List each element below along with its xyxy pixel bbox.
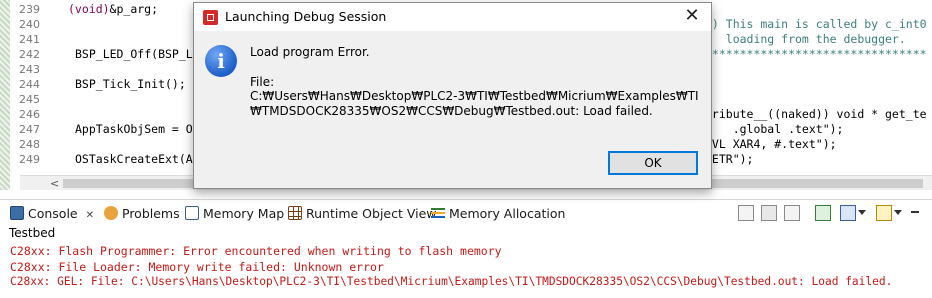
line-number: 247 [19,123,40,136]
code-line: (void)&p_arg; [68,2,159,16]
minimize-icon[interactable] [911,211,919,213]
line-number: 249 [19,153,40,166]
console-error-line: C28xx: GEL: File: C:\Users\Hans\Desktop\… [10,275,893,288]
close-icon[interactable]: ✕ [86,210,94,221]
code-line: OSTaskCreateExt(A [75,152,193,166]
line-number: 243 [19,63,40,76]
code-line: OVL XAR4, #.text"); [705,137,837,151]
problems-icon [104,206,118,220]
chevron-down-icon[interactable] [894,210,902,215]
line-number: 244 [19,78,40,91]
code-line: RETR"); [705,152,754,166]
file-label: File: [250,75,275,89]
tab-console[interactable]: Console ✕ [10,205,94,223]
open-console-icon[interactable] [876,205,892,221]
code-line: AppTaskObjSem = O [75,122,193,136]
tab-memory-allocation[interactable]: Memory Allocation [431,205,565,223]
memory-allocation-icon [431,206,445,220]
tab-runtime-object-view-label: Runtime Object View [306,206,437,221]
line-number: 248 [19,138,40,151]
console-error-line: C28xx: Flash Programmer: Error encounter… [10,244,502,258]
clear-console-icon[interactable] [738,205,754,221]
view-tab-bar: Console ✕ Problems Memory Map Runtime Ob… [0,199,932,226]
info-icon: i [205,45,237,77]
scroll-lock-icon[interactable] [761,205,777,221]
line-number: 239 [19,3,40,16]
line-number: 240 [19,18,40,31]
memory-map-icon [185,206,199,220]
tab-problems-label: Problems [122,206,180,221]
code-comment: ******************************** [705,47,927,61]
pin-console-icon[interactable] [815,205,831,221]
tab-problems[interactable]: Problems [104,205,180,223]
line-number: 241 [19,33,40,46]
tab-memory-allocation-label: Memory Allocation [449,206,566,221]
chevron-down-icon[interactable] [858,210,866,215]
tab-runtime-object-view[interactable]: Runtime Object View [288,205,437,223]
error-message: Load program Error. [250,45,370,59]
ok-button[interactable]: OK [608,151,698,175]
code-comment: 1) This main is called by c_int0 [705,17,927,31]
file-path-message: C:₩Users₩Hans₩Desktop₩PLC2-3₩TI₩Testbed₩… [250,89,699,118]
code-line: BSP_LED_Off(BSP_L [75,47,193,61]
editor-gutter-marker [0,0,10,190]
close-icon[interactable]: ✕ [679,5,705,29]
code-line: BSP_Tick_Init(); [75,77,186,91]
display-console-icon[interactable] [840,205,856,221]
console-name: Testbed [9,226,56,240]
code-comment: loading from the debugger. [705,32,906,46]
code-text: &p_arg; [109,2,159,16]
tab-memory-map[interactable]: Memory Map [185,205,284,223]
console-error-line: C28xx: File Loader: Memory write failed:… [10,260,384,274]
dialog-titlebar[interactable]: Launching Debug Session ✕ [194,3,711,31]
line-number: 242 [19,48,40,61]
scroll-left-arrow[interactable]: < [50,176,59,190]
tab-console-label: Console [28,206,78,221]
dialog-body: i Load program Error. File: C:₩Users₩Han… [194,31,711,188]
console-icon [10,206,24,220]
dialog-title: Launching Debug Session [225,9,387,24]
ccs-app-icon [203,10,218,25]
launching-debug-session-dialog: Launching Debug Session ✕ i Load program… [193,2,712,189]
line-number: 246 [19,108,40,121]
code-line: .global .text"); [705,122,844,136]
word-wrap-icon[interactable] [784,205,800,221]
tab-memory-map-label: Memory Map [203,206,285,221]
code-line: tribute__((naked)) void * get_te [705,107,927,121]
grid-icon [288,206,302,220]
line-number: 245 [19,93,40,106]
